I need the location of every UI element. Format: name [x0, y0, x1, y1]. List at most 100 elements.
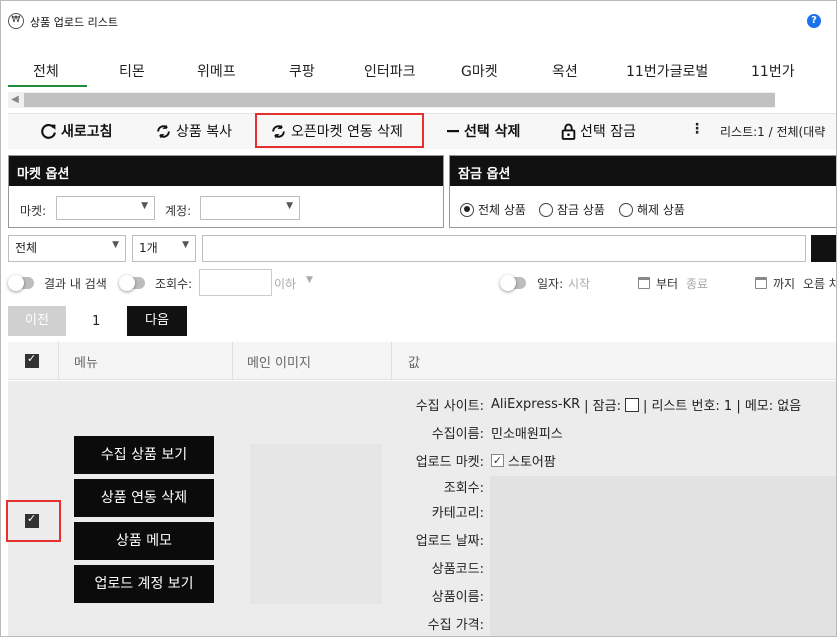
tab-11st[interactable]: 11번가	[751, 61, 795, 81]
end-date-input[interactable]: 종료	[686, 275, 708, 292]
prev-page-button[interactable]: 이전	[8, 306, 66, 336]
radio-locked-products[interactable]: 잠금 상품	[539, 201, 605, 218]
copy-product-button[interactable]: 상품 복사	[155, 121, 232, 141]
calendar-icon[interactable]	[638, 277, 650, 289]
product-memo-button[interactable]: 상품 메모	[74, 522, 214, 560]
copy-product-label: 상품 복사	[176, 124, 232, 140]
radio-on-icon	[460, 202, 474, 217]
scroll-left-arrow-icon[interactable]: ◀	[8, 92, 22, 108]
views-input[interactable]	[199, 269, 272, 296]
refresh-icon	[41, 123, 56, 139]
column-divider	[391, 342, 392, 380]
select-all-checkbox[interactable]	[25, 352, 39, 368]
chevron-down-icon: ▼	[182, 240, 189, 250]
search-button[interactable]	[811, 235, 837, 262]
column-main-image: 메인 이미지	[247, 356, 311, 371]
collect-site-row: AliExpress-KR | 잠금: | 리스트 번호: 1 | 메모: 없음	[491, 395, 801, 414]
tab-interpark[interactable]: 인터파크	[364, 61, 416, 81]
column-menu: 메뉴	[74, 356, 98, 371]
collect-name-label: 수집이름:	[431, 427, 484, 442]
lock-options-title: 잠금 옵션	[450, 156, 836, 186]
radio-all-products[interactable]: 전체 상품	[460, 201, 526, 218]
tab-gmarket[interactable]: G마켓	[461, 61, 498, 81]
list-number-memo: | 리스트 번호: 1 | 메모: 없음	[642, 399, 802, 414]
lock-label: | 잠금:	[584, 399, 621, 414]
app-icon: ₩	[8, 13, 24, 29]
search-scope-select[interactable]: 전체 ▼	[8, 235, 126, 262]
unlink-product-button[interactable]: 상품 연동 삭제	[74, 479, 214, 517]
column-divider	[58, 342, 59, 380]
check-icon[interactable]: ✓	[491, 454, 504, 467]
refresh-label: 새로고침	[61, 124, 113, 140]
within-results-label: 결과 내 검색	[44, 277, 107, 291]
upload-market-value: 스토어팜	[508, 455, 556, 470]
lock-selected-label: 선택 잠금	[580, 124, 636, 140]
view-upload-account-button[interactable]: 업로드 계정 보기	[74, 565, 214, 603]
chevron-down-icon: ▼	[112, 240, 119, 250]
minus-icon	[447, 130, 459, 133]
from-label: 부터	[656, 277, 679, 291]
market-select[interactable]: ▼	[56, 196, 155, 220]
lock-icon	[561, 123, 576, 140]
market-options-title: 마켓 옵션	[9, 156, 443, 186]
views-toggle[interactable]	[119, 275, 145, 291]
search-count-select[interactable]: 1개 ▼	[132, 235, 196, 262]
column-divider	[232, 342, 233, 380]
lock-selected-button[interactable]: 선택 잠금	[561, 121, 636, 141]
help-icon[interactable]: ?	[807, 14, 821, 28]
views-field-label: 조회수:	[443, 481, 484, 496]
category-label: 카테고리:	[431, 506, 484, 521]
until-label: 까지	[773, 277, 796, 291]
title-bar	[0, 0, 837, 44]
tab-auction[interactable]: 옥션	[552, 61, 578, 81]
refresh-button[interactable]: 새로고침	[40, 121, 113, 141]
account-select[interactable]: ▼	[200, 196, 300, 220]
scrollbar-thumb[interactable]	[24, 93, 775, 107]
market-tabs: 전체 티몬 위메프 쿠팡 인터파크 G마켓 옥션 11번가글로벌 11번가	[0, 56, 837, 88]
radio-unlocked-products[interactable]: 해제 상품	[619, 201, 685, 218]
views-below-label: 이하	[274, 277, 297, 291]
calendar-icon[interactable]	[755, 277, 767, 289]
radio-label: 해제 상품	[637, 203, 685, 217]
tab-tmon[interactable]: 티몬	[119, 61, 145, 81]
next-page-button[interactable]: 다음	[127, 306, 187, 336]
app-title: 상품 업로드 리스트	[30, 16, 118, 29]
more-options-icon[interactable]: ⋮	[690, 121, 704, 137]
sort-select[interactable]: 오름 차	[803, 275, 837, 292]
date-toggle[interactable]	[500, 275, 526, 291]
value-area	[490, 476, 837, 637]
tab-coupang[interactable]: 쿠팡	[289, 61, 315, 81]
views-label: 조회수:	[155, 277, 193, 291]
search-count-value: 1개	[139, 241, 158, 255]
product-code-label: 상품코드:	[431, 562, 484, 577]
search-input[interactable]	[202, 235, 806, 262]
radio-off-icon	[539, 202, 553, 217]
within-results-toggle[interactable]	[8, 275, 34, 291]
chevron-down-icon[interactable]: ▼	[306, 275, 313, 285]
radio-label: 잠금 상품	[557, 203, 605, 217]
page-number: 1	[92, 314, 101, 329]
tab-11st-global[interactable]: 11번가글로벌	[626, 61, 708, 81]
upload-date-label: 업로드 날짜:	[415, 534, 484, 549]
tab-all[interactable]: 전체	[33, 61, 59, 81]
chevron-down-icon: ▼	[286, 201, 293, 211]
collect-site-label: 수집 사이트:	[415, 399, 484, 414]
start-date-input[interactable]: 시작	[568, 275, 590, 292]
date-label: 일자:	[537, 277, 564, 291]
market-label: 마켓:	[20, 204, 47, 218]
collect-name-value: 민소매원피스	[491, 427, 563, 442]
collect-price-label: 수집 가격:	[427, 618, 484, 633]
upload-market-label: 업로드 마켓:	[415, 455, 484, 470]
radio-off-icon	[619, 202, 633, 217]
delete-selected-label: 선택 삭제	[464, 124, 521, 140]
tab-wemakeprice[interactable]: 위메프	[197, 61, 236, 81]
main-image-placeholder	[250, 444, 382, 604]
lock-checkbox[interactable]	[624, 397, 639, 412]
view-collected-product-button[interactable]: 수집 상품 보기	[74, 436, 214, 474]
delete-selected-button[interactable]: 선택 삭제	[446, 121, 520, 141]
chevron-down-icon: ▼	[141, 201, 148, 211]
search-scope-value: 전체	[15, 241, 38, 255]
list-info: 리스트:1 / 전체(대략	[720, 125, 826, 139]
sync-icon	[157, 124, 170, 138]
active-tab-indicator	[8, 85, 87, 87]
